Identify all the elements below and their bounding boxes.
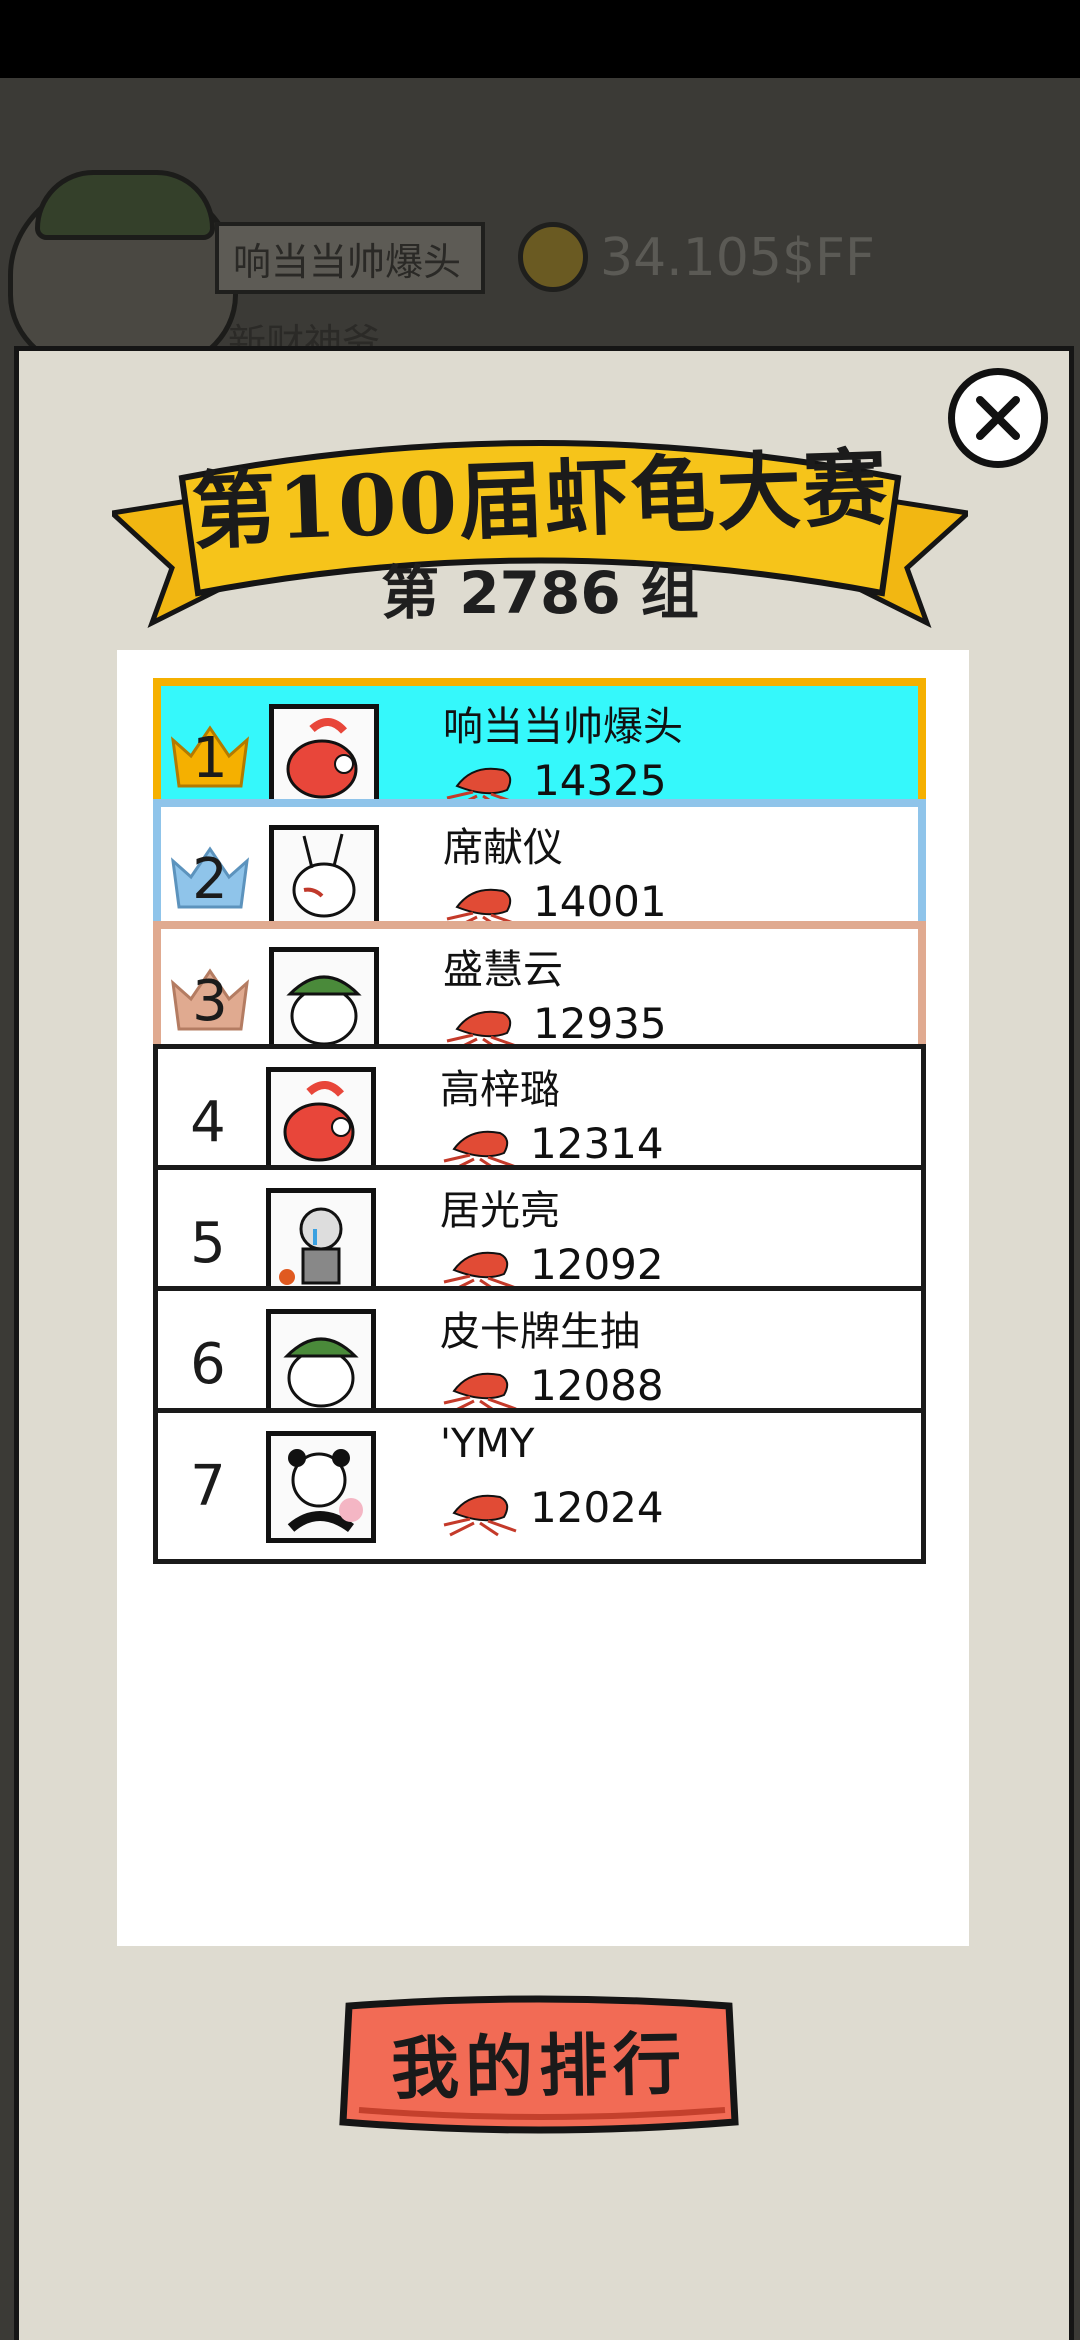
player-name: 皮卡牌生抽 xyxy=(440,1309,640,1355)
shrimp-icon xyxy=(443,1494,517,1537)
score-value: 12935 xyxy=(533,999,667,1048)
beanie-avatar xyxy=(266,1309,376,1421)
ranking-row-7[interactable]: 7 'YMY 12024 xyxy=(153,1408,926,1564)
crying-man-avatar xyxy=(266,1188,376,1300)
score-value: 12092 xyxy=(530,1240,664,1289)
player-name: 高梓璐 xyxy=(440,1067,560,1113)
background-player-name: 响当当帅爆头 xyxy=(215,222,485,294)
tournament-title: 第100届虾龟大赛 xyxy=(190,437,891,561)
player-name: 响当当帅爆头 xyxy=(443,704,683,750)
my-rank-label: 我的排行 xyxy=(390,2023,688,2110)
close-icon xyxy=(976,396,1020,440)
beanie-avatar xyxy=(269,947,379,1059)
shrimp-avatar xyxy=(266,1067,376,1179)
score-value: 12314 xyxy=(530,1119,664,1168)
player-name: 席献仪 xyxy=(443,825,563,871)
score-value: 12088 xyxy=(530,1361,664,1410)
score-value: 14001 xyxy=(533,877,667,926)
panda-avatar xyxy=(266,1431,376,1543)
score-value: 14325 xyxy=(533,756,667,805)
background-avatar xyxy=(8,170,238,375)
rank-number: 3 xyxy=(192,969,228,1034)
player-name: 'YMY xyxy=(440,1421,535,1467)
coin-icon xyxy=(518,222,588,292)
rank-number: 2 xyxy=(192,847,228,912)
ranking-board: 1 响当当帅爆头 14325 2 席献仪 14001 3 盛慧云 12935 4… xyxy=(117,650,969,1946)
status-bar xyxy=(0,0,1080,78)
player-name: 盛慧云 xyxy=(443,947,563,993)
player-name: 居光亮 xyxy=(440,1188,560,1234)
rank-number: 7 xyxy=(190,1453,226,1519)
group-number: 第 2786 组 xyxy=(381,559,699,627)
background-money: 34.105$FF xyxy=(600,228,875,288)
score-value: 12024 xyxy=(530,1483,664,1532)
rank-number: 1 xyxy=(192,726,228,791)
